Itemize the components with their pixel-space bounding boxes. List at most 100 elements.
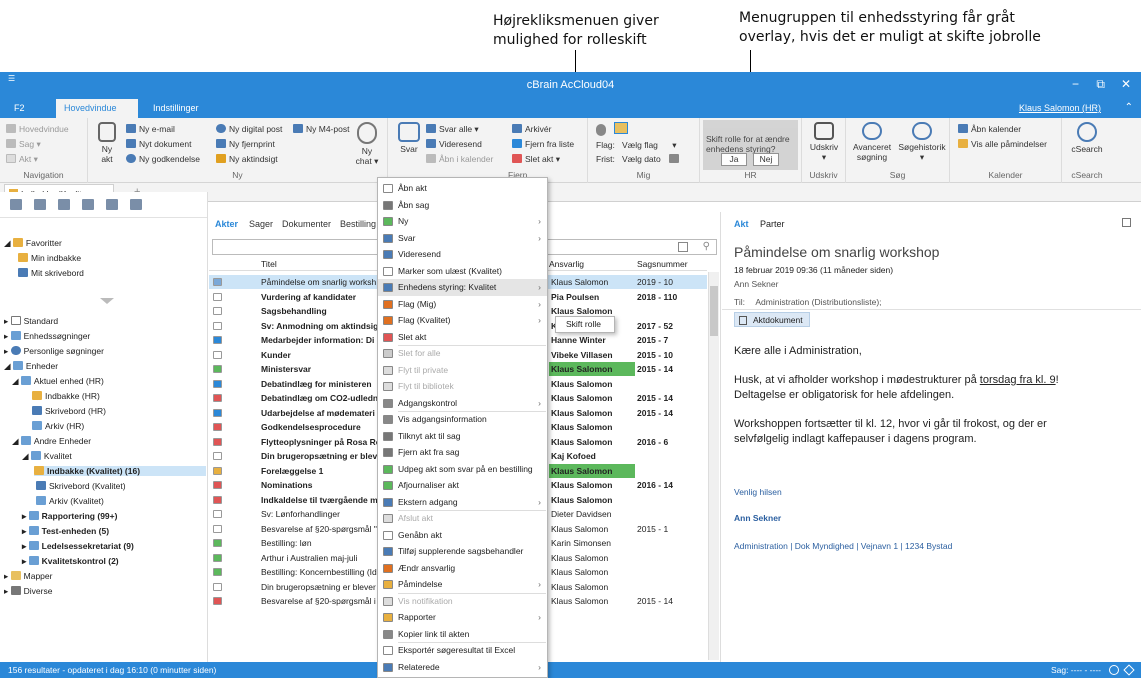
delete-act-button[interactable]: Slet akt ▾: [512, 154, 560, 165]
new-access-request-button[interactable]: Ny aktindsigt: [216, 154, 278, 164]
context-menu-item[interactable]: Vis notifikation: [378, 593, 547, 610]
csearch-button[interactable]: cSearch: [1066, 122, 1108, 154]
tree-personlige[interactable]: ▸ Personlige søgninger: [4, 346, 104, 357]
new-document-icon[interactable]: [10, 199, 22, 210]
remove-from-list-button[interactable]: Fjern fra liste: [512, 139, 574, 149]
tab-f2[interactable]: F2: [6, 99, 33, 118]
nav-hovedvindue[interactable]: Hovedvindue: [6, 124, 69, 134]
context-menu-item[interactable]: Afslut akt: [378, 510, 547, 527]
new-remote-print-button[interactable]: Ny fjernprint: [216, 139, 275, 149]
new-digital-post-button[interactable]: Ny digital post: [216, 124, 282, 134]
context-menu-item[interactable]: Adgangskontrol ›: [378, 395, 547, 412]
context-menu-item[interactable]: Åbn sag: [378, 197, 547, 214]
context-menu-item[interactable]: Tilknyt akt til sag: [378, 428, 547, 445]
tree-mapper[interactable]: ▸ Mapper: [4, 571, 52, 582]
list-icon[interactable]: [58, 199, 70, 210]
tree-arkiv-kvalitet[interactable]: Arkiv (Kvalitet): [36, 496, 104, 506]
tree-ledelse[interactable]: ▸ Ledelsessekretariat (9): [22, 541, 134, 552]
tree-favoritter[interactable]: ◢ Favoritter: [4, 238, 62, 249]
forward-doc-icon[interactable]: [130, 199, 142, 210]
new-email-button[interactable]: Ny e-mail: [126, 124, 175, 134]
tab-indstillinger[interactable]: Indstillinger: [145, 99, 207, 118]
context-menu-item[interactable]: Genåbn akt: [378, 527, 547, 544]
new-document-button[interactable]: Nyt dokument: [126, 139, 191, 149]
tab-dokumenter[interactable]: Dokumenter: [282, 219, 331, 229]
show-reminders-button[interactable]: Vis alle påmindelser: [958, 139, 1047, 149]
search-history-button[interactable]: Søgehistorik ▾: [896, 122, 948, 163]
mail-p1-link[interactable]: torsdag fra kl. 9: [980, 374, 1056, 386]
context-menu-item[interactable]: Ekstern adgang ›: [378, 494, 547, 511]
new-act-button[interactable]: Ny akt: [96, 122, 118, 164]
tree-diverse[interactable]: ▸ Diverse: [4, 586, 52, 597]
new-chat-button[interactable]: Ny chat ▾: [352, 122, 382, 167]
context-menu-item[interactable]: Flag (Kvalitet) ›: [378, 312, 547, 329]
tree-enheder[interactable]: ◢ Enheder: [4, 361, 58, 372]
reply-all-button[interactable]: Svar alle ▾: [426, 124, 479, 135]
copy-icon[interactable]: [678, 242, 688, 252]
context-menu-item[interactable]: Udpeg akt som svar på en bestilling: [378, 461, 547, 478]
deadline-select[interactable]: Vælg dato: [622, 154, 682, 164]
context-menu-item[interactable]: Kopier link til akten: [378, 626, 547, 643]
flag-select[interactable]: Vælg flag ▾: [622, 140, 677, 151]
tree-test[interactable]: ▸ Test-enheden (5): [22, 526, 109, 537]
clock-icon[interactable]: [1109, 665, 1119, 675]
restore-icon[interactable]: ⧉: [1096, 77, 1105, 92]
popout-icon[interactable]: [1122, 218, 1131, 227]
context-menu-item[interactable]: Åbn akt: [378, 180, 547, 197]
open-calendar-button[interactable]: Åbn i kalender: [426, 154, 493, 164]
context-menu-item[interactable]: Slet akt: [378, 329, 547, 346]
splitter-arrow-icon[interactable]: [100, 298, 114, 304]
print-button[interactable]: Udskriv ▾: [806, 122, 842, 163]
tree-indbakke-hr[interactable]: Indbakke (HR): [32, 391, 100, 401]
context-menu-item[interactable]: Videresend: [378, 246, 547, 263]
context-menu-item[interactable]: Fjern akt fra sag: [378, 444, 547, 461]
results-scrollbar[interactable]: [708, 272, 719, 660]
scrollbar-thumb[interactable]: [710, 286, 718, 336]
context-menu-item[interactable]: Påmindelse ›: [378, 576, 547, 593]
advanced-search-button[interactable]: Avanceret søgning: [850, 122, 894, 162]
context-menu-item[interactable]: Flyt til private: [378, 362, 547, 379]
tree-skrivebord-hr[interactable]: Skrivebord (HR): [32, 406, 106, 416]
context-menu-item[interactable]: Eksportér søgeresultat til Excel: [378, 642, 547, 659]
col-ansvarlig[interactable]: Ansvarlig: [549, 259, 584, 269]
tree-skrivebord-kvalitet[interactable]: Skrivebord (Kvalitet): [36, 481, 126, 491]
submenu-skift-rolle[interactable]: Skift rolle: [555, 316, 615, 333]
context-menu-item[interactable]: Afjournaliser akt: [378, 477, 547, 494]
context-menu-item[interactable]: Relaterede ›: [378, 659, 547, 676]
tree-enhedssoegninger[interactable]: ▸ Enhedssøgninger: [4, 331, 90, 342]
tab-bestilling[interactable]: Bestilling: [340, 219, 378, 229]
nav-akt[interactable]: Akt ▾: [6, 154, 38, 165]
tab-akter[interactable]: Akter: [215, 219, 238, 229]
tree-kvalitet[interactable]: ◢ Kvalitet: [22, 451, 72, 462]
nav-sag[interactable]: Sag ▾: [6, 139, 41, 150]
tree-mit-skrivebord[interactable]: Mit skrivebord: [18, 268, 84, 278]
open-calendar-main-button[interactable]: Åbn kalender: [958, 124, 1021, 134]
tree-aktuel[interactable]: ◢ Aktuel enhed (HR): [12, 376, 104, 387]
tab-akt[interactable]: Akt: [734, 219, 749, 229]
forward-button[interactable]: Videresend: [426, 139, 482, 149]
tree-andre[interactable]: ◢ Andre Enheder: [12, 436, 91, 447]
tree-standard[interactable]: ▸ Standard: [4, 316, 58, 327]
new-m4-post-button[interactable]: Ny M4-post: [293, 124, 349, 134]
no-button[interactable]: Nej: [753, 153, 779, 166]
context-menu-item[interactable]: Ny ›: [378, 213, 547, 230]
tag-icon[interactable]: [1123, 664, 1135, 676]
yes-button[interactable]: Ja: [721, 153, 747, 166]
tree-indbakke-kvalitet[interactable]: Indbakke (Kvalitet) (16): [34, 466, 206, 476]
collapse-ribbon-icon[interactable]: ⌃: [1125, 102, 1133, 113]
context-menu-item[interactable]: Vis adgangsinformation: [378, 411, 547, 428]
context-menu-item[interactable]: Flyt til bibliotek: [378, 378, 547, 395]
col-sagsnummer[interactable]: Sagsnummer: [637, 259, 688, 269]
tab-hovedvindue[interactable]: Hovedvindue: [56, 99, 138, 118]
attachment-chip[interactable]: Aktdokument: [734, 312, 810, 327]
archive-button[interactable]: Arkivér: [512, 124, 551, 134]
user-link[interactable]: Klaus Salomon (HR): [1019, 103, 1101, 113]
context-menu-item[interactable]: Tilføj supplerende sagsbehandler: [378, 543, 547, 560]
context-menu-item[interactable]: Ændr ansvarlig: [378, 560, 547, 577]
minimize-icon[interactable]: −: [1072, 77, 1079, 91]
context-menu-item[interactable]: Marker som ulæst (Kvalitet): [378, 263, 547, 280]
context-menu-item[interactable]: Rapporter ›: [378, 609, 547, 626]
folders-icon[interactable]: [82, 199, 94, 210]
tree-kvalitetskontrol[interactable]: ▸ Kvalitetskontrol (2): [22, 556, 119, 567]
tree-min-indbakke[interactable]: Min indbakke: [18, 253, 81, 263]
